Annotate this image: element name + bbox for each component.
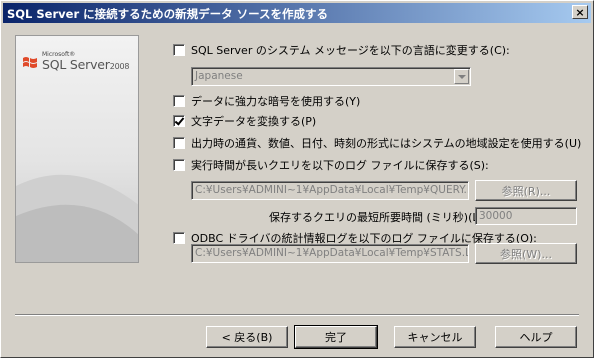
log-odbc-stats-checkbox[interactable] [173,232,185,244]
logo-version: 2008 [109,62,130,71]
window-title: SQL Server に接続するための新規データ ソースを作成する [7,7,329,21]
cancel-button[interactable]: キャンセル [394,326,476,348]
finish-button[interactable]: 完了 [294,325,378,349]
change-language-checkbox[interactable] [173,44,185,56]
logo-product: SQL Server2008 [42,57,129,72]
language-select[interactable]: Japanese [191,67,471,86]
translate-char-label: 文字データを変換する(P) [191,115,317,128]
chevron-down-icon[interactable] [454,69,469,84]
dialog-window: SQL Server に接続するための新規データ ソースを作成する × Micr… [0,0,594,358]
strong-encryption-label: データに強力な暗号を使用する(Y) [191,95,361,108]
footer-separator [15,314,579,316]
query-log-path-input[interactable]: C:¥Users¥ADMINI~1¥AppData¥Local¥Temp¥QUE… [191,181,469,200]
title-bar[interactable]: SQL Server に接続するための新規データ ソースを作成する × [3,3,591,23]
log-long-queries-label: 実行時間が長いクエリを以下のログ ファイルに保存する(S): [191,159,489,172]
translate-char-option[interactable]: 文字データを変換する(P) [173,113,316,129]
regional-settings-label: 出力時の通貨、数値、日付、時刻の形式にはシステムの地域設定を使用する(U) [191,137,582,150]
stats-log-path-input[interactable]: C:¥Users¥ADMINI~1¥AppData¥Local¥Temp¥STA… [191,244,469,263]
regional-settings-checkbox[interactable] [173,137,185,149]
language-select-value: Japanese [195,70,243,82]
side-banner: Microsoft® SQL Server2008 [15,35,139,263]
help-button[interactable]: ヘルプ [495,326,577,348]
back-button[interactable]: < 戻る(B) [206,326,288,348]
long-query-time-label: 保存するクエリの最短所要時間 (ミリ秒)(L): [269,211,487,224]
log-long-queries-option[interactable]: 実行時間が長いクエリを以下のログ ファイルに保存する(S): [173,157,489,173]
change-language-option[interactable]: SQL Server のシステム メッセージを以下の言語に変更する(C): [173,42,510,58]
log-long-queries-checkbox[interactable] [173,159,185,171]
query-browse-button[interactable]: 参照(R)... [475,180,577,201]
sql-server-logo: Microsoft® SQL Server2008 [22,50,136,90]
translate-char-checkbox[interactable] [173,115,185,127]
strong-encryption-option[interactable]: データに強力な暗号を使用する(Y) [173,93,360,109]
change-language-label: SQL Server のシステム メッセージを以下の言語に変更する(C): [191,44,510,57]
close-button[interactable]: × [572,5,588,19]
windows-flag-icon [23,57,37,68]
stats-browse-button[interactable]: 参照(W)... [475,243,577,264]
close-icon: × [575,5,585,19]
regional-settings-option[interactable]: 出力時の通貨、数値、日付、時刻の形式にはシステムの地域設定を使用する(U) [173,135,581,151]
long-query-time-input[interactable]: 30000 [475,207,577,225]
logo-product-name: SQL Server [42,57,110,72]
strong-encryption-checkbox[interactable] [173,95,185,107]
decorative-swoosh [16,174,138,262]
